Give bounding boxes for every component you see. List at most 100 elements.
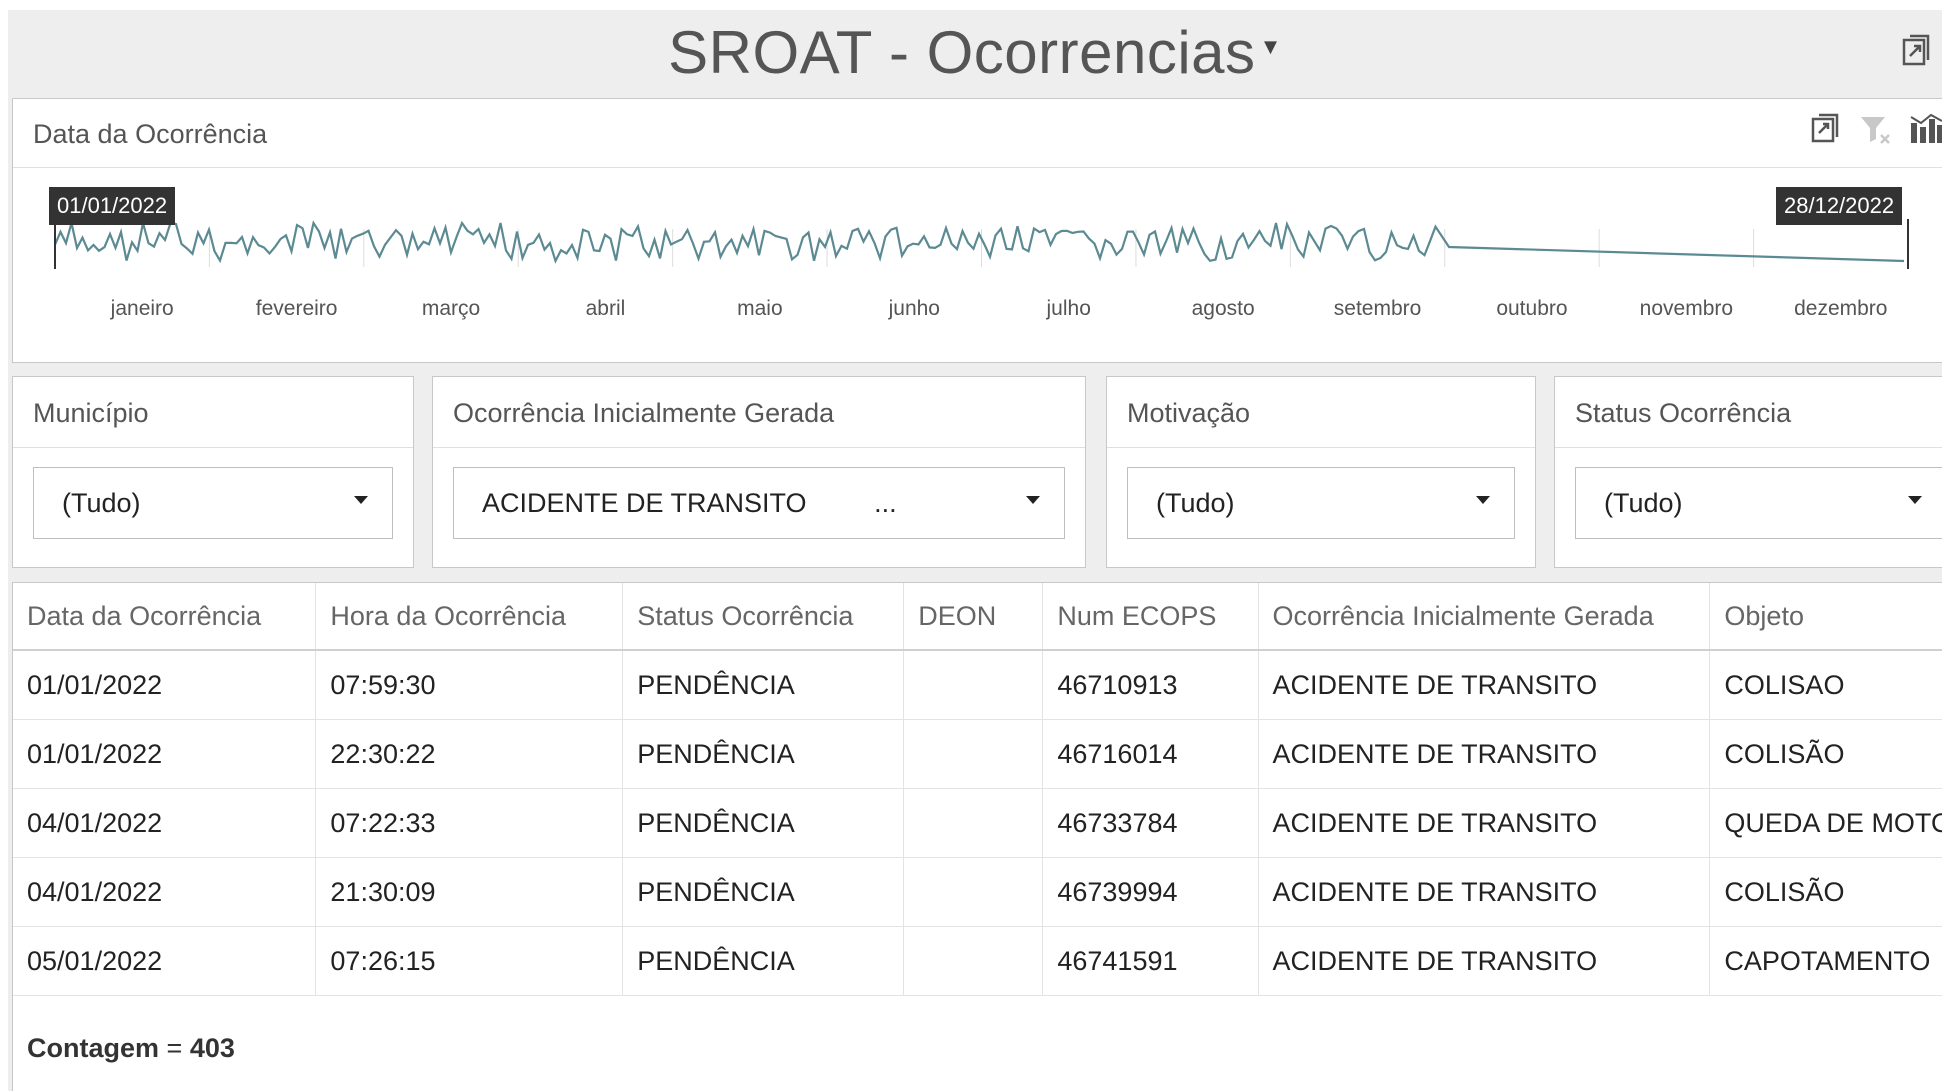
start-date-handle[interactable]: 01/01/2022 [49, 187, 176, 225]
column-header[interactable]: Status Ocorrência [622, 583, 905, 651]
month-label: janeiro [110, 297, 174, 320]
table-cell: 22:30:22 [315, 719, 624, 789]
table-cell: 21:30:09 [315, 857, 624, 927]
month-label: setembro [1334, 297, 1422, 320]
month-label: maio [737, 297, 783, 320]
data-table: Data da Ocorrência Hora da Ocorrência St… [13, 583, 1942, 996]
export-icon[interactable] [1811, 113, 1841, 145]
table-row[interactable]: 04/01/2022 21:30:09 PENDÊNCIA 46739994 ACIDE… [13, 857, 1942, 927]
table-cell [903, 926, 1044, 996]
month-label: novembro [1640, 297, 1733, 320]
table-cell: COLISAO [1709, 650, 1942, 720]
export-icon[interactable] [1902, 34, 1932, 73]
panel-tools [1811, 113, 1942, 145]
table-cell: 46741591 [1042, 926, 1259, 996]
filter-label: Ocorrência Inicialmente Gerada [453, 398, 835, 428]
table-cell: CAPOTAMENTO [1709, 926, 1942, 996]
dropdown-caret-icon [354, 496, 368, 504]
date-panel-header: Data da Ocorrência [13, 99, 1942, 168]
table-row[interactable]: 04/01/2022 07:22:33 PENDÊNCIA 46733784 ACIDE… [13, 788, 1942, 858]
table-cell: 04/01/2022 [13, 788, 317, 858]
table-cell [903, 788, 1044, 858]
table-cell: ACIDENTE DE TRANSITO [1258, 650, 1711, 720]
table-cell [903, 650, 1044, 720]
table-cell: PENDÊNCIA [622, 650, 905, 720]
motivacao-dropdown[interactable]: (Tudo) [1127, 467, 1515, 539]
column-header[interactable]: Objeto [1709, 583, 1942, 651]
filter-ocorrencia-gerada: Ocorrência Inicialmente Gerada ACIDENTE … [432, 376, 1086, 568]
month-label: julho [1046, 297, 1091, 320]
column-header[interactable]: Data da Ocorrência [13, 583, 317, 651]
table-cell [903, 719, 1044, 789]
table-cell: COLISÃO [1709, 857, 1942, 927]
column-header[interactable]: Hora da Ocorrência [315, 583, 624, 651]
month-label: agosto [1192, 297, 1255, 320]
count-footer: Contagem = 403 [27, 1033, 235, 1064]
count-separator: = [166, 1033, 183, 1063]
table-row[interactable]: 05/01/2022 07:26:15 PENDÊNCIA 46741591 ACIDE… [13, 926, 1942, 996]
table-cell: PENDÊNCIA [622, 926, 905, 996]
table-cell: 46733784 [1042, 788, 1259, 858]
dropdown-caret-icon [1908, 496, 1922, 504]
column-header[interactable]: Num ECOPS [1042, 583, 1259, 651]
column-header[interactable]: Ocorrência Inicialmente Gerada [1258, 583, 1711, 651]
table-row[interactable]: 01/01/2022 07:59:30 PENDÊNCIA 46710913 ACIDE… [13, 650, 1942, 720]
occurrence-sparkline [53, 220, 1905, 264]
table-cell: 05/01/2022 [13, 926, 317, 996]
municipio-dropdown[interactable]: (Tudo) [33, 467, 393, 539]
count-label: Contagem [27, 1033, 160, 1063]
timeline-chart[interactable]: janeiro fevereiro março abril maio junho julho… [13, 167, 1942, 362]
data-table-panel: Data da Ocorrência Hora da Ocorrência St… [12, 582, 1942, 1091]
dropdown-value: ACIDENTE DE TRANSITO ... [482, 488, 897, 518]
dropdown-value: (Tudo) [62, 488, 141, 518]
table-cell [903, 857, 1044, 927]
column-header[interactable]: DEON [903, 583, 1044, 651]
table-cell: 01/01/2022 [13, 650, 317, 720]
dropdown-value: (Tudo) [1156, 488, 1235, 518]
filter-status: Status Ocorrência (Tudo) [1554, 376, 1942, 568]
table-header-row: Data da Ocorrência Hora da Ocorrência St… [13, 583, 1942, 651]
table-cell: 46710913 [1042, 650, 1259, 720]
dropdown-caret-icon [1026, 496, 1040, 504]
month-label: março [422, 297, 480, 320]
dropdown-value: (Tudo) [1604, 488, 1683, 518]
month-label: abril [586, 297, 626, 320]
table-cell: 07:22:33 [315, 788, 624, 858]
page-title: SROAT - Ocorrencias ▼ [8, 18, 1942, 87]
table-cell: 04/01/2022 [13, 857, 317, 927]
table-cell: QUEDA DE MOTO [1709, 788, 1942, 858]
dropdown-caret-icon [1476, 496, 1490, 504]
date-panel-title: Data da Ocorrência [33, 119, 268, 149]
date-panel: Data da Ocorrência janeiro fevereiro março… [12, 98, 1942, 363]
filter-label: Motivação [1127, 398, 1251, 428]
table-cell: PENDÊNCIA [622, 857, 905, 927]
table-cell: 07:59:30 [315, 650, 624, 720]
page-title-text: SROAT - Ocorrencias [668, 19, 1256, 86]
filter-municipio: Município (Tudo) [12, 376, 414, 568]
clear-filter-icon[interactable] [1859, 113, 1891, 145]
title-bar: SROAT - Ocorrencias ▼ [8, 10, 1942, 98]
end-date-handle[interactable]: 28/12/2022 [1776, 187, 1903, 225]
filter-label: Status Ocorrência [1575, 398, 1792, 428]
table-cell: 01/01/2022 [13, 719, 317, 789]
filter-label: Município [33, 398, 149, 428]
table-cell: PENDÊNCIA [622, 788, 905, 858]
dashboard-frame: SROAT - Ocorrencias ▼ Data da Ocorrência … [8, 10, 1942, 1091]
date-timeline[interactable]: janeiro fevereiro março abril maio junho julho… [13, 167, 1942, 362]
count-value: 403 [189, 1033, 235, 1063]
month-label: junho [888, 297, 940, 320]
table-cell: ACIDENTE DE TRANSITO [1258, 926, 1711, 996]
month-label: dezembro [1794, 297, 1887, 320]
month-label: fevereiro [256, 297, 338, 320]
filter-header: Ocorrência Inicialmente Gerada [433, 377, 1085, 448]
filter-header: Município [13, 377, 413, 448]
status-dropdown[interactable]: (Tudo) [1575, 467, 1942, 539]
ocorrencia-gerada-dropdown[interactable]: ACIDENTE DE TRANSITO ... [453, 467, 1065, 539]
title-caret-icon[interactable]: ▼ [1260, 34, 1282, 59]
filter-motivacao: Motivação (Tudo) [1106, 376, 1536, 568]
filter-header: Status Ocorrência [1555, 377, 1942, 448]
table-cell: COLISÃO [1709, 719, 1942, 789]
table-cell: ACIDENTE DE TRANSITO [1258, 788, 1711, 858]
table-row[interactable]: 01/01/2022 22:30:22 PENDÊNCIA 46716014 ACIDE… [13, 719, 1942, 789]
chart-icon[interactable] [1909, 113, 1942, 145]
